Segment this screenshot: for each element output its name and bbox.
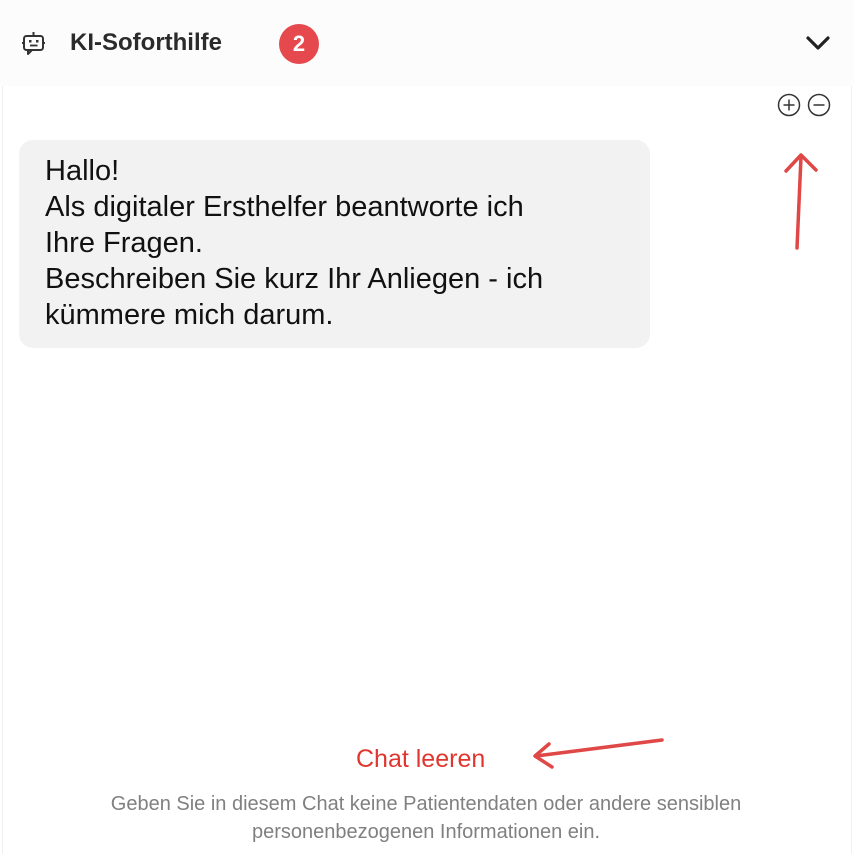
privacy-disclaimer: Geben Sie in diesem Chat keine Patienten…	[0, 790, 852, 846]
bot-chat-icon	[22, 32, 45, 55]
chat-header: KI-Soforthilfe 2	[0, 0, 854, 86]
minus-circle-icon[interactable]	[807, 93, 831, 117]
message-line: Beschreiben Sie kurz Ihr Anliegen - ich	[45, 263, 544, 295]
disclaimer-line: Geben Sie in diesem Chat keine Patienten…	[110, 793, 742, 815]
message-line: Hallo!	[45, 155, 120, 187]
clear-chat-button[interactable]: Chat leeren	[356, 744, 485, 774]
unread-badge: 2	[279, 24, 319, 64]
chat-title: KI-Soforthilfe	[70, 29, 222, 56]
message-line: Als digitaler Ersthelfer beantworte ich	[45, 191, 524, 223]
plus-circle-icon[interactable]	[777, 93, 801, 117]
message-line: Ihre Fragen.	[45, 227, 203, 259]
chat-panel: KI-Soforthilfe 2 Hallo! Als digitaler Er…	[0, 0, 854, 854]
chevron-down-icon[interactable]	[803, 30, 833, 56]
message-line: kümmere mich darum.	[45, 299, 334, 331]
assistant-message: Hallo! Als digitaler Ersthelfer beantwor…	[19, 140, 650, 348]
disclaimer-line: personenbezogenen Informationen ein.	[251, 821, 601, 843]
